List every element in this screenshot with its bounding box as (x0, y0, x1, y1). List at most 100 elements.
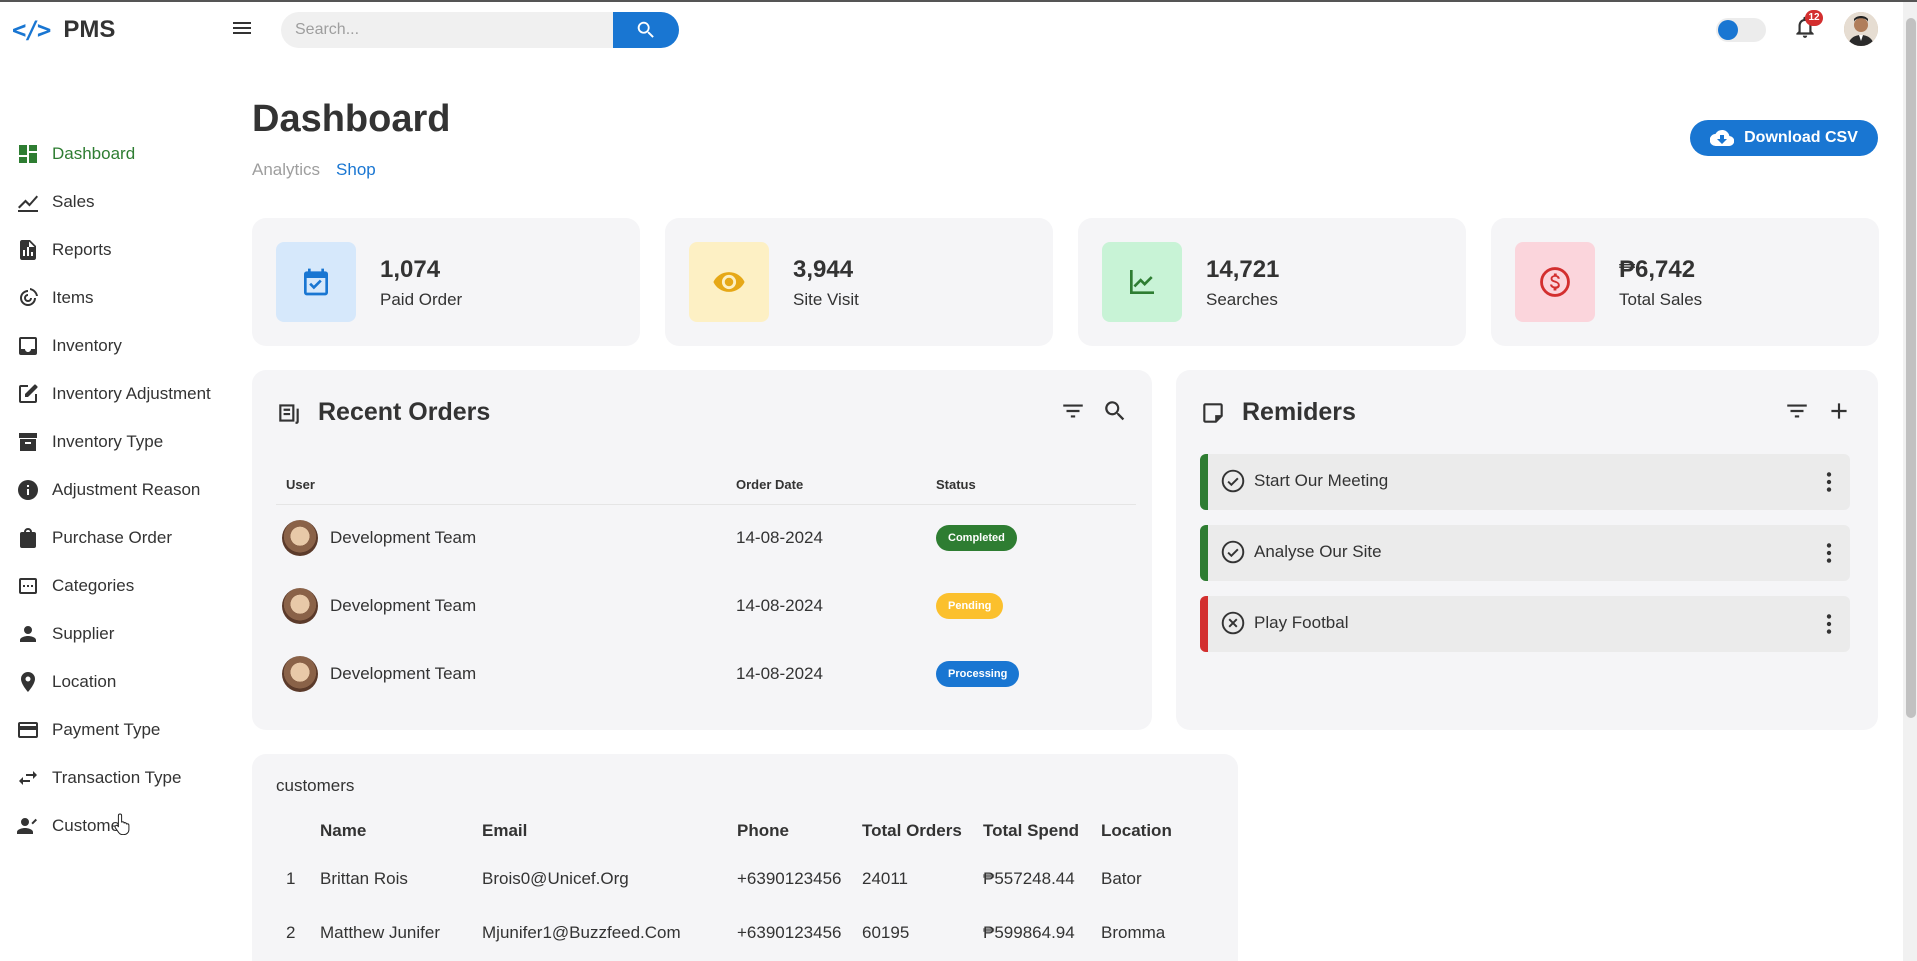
order-user: Development Team (330, 664, 477, 683)
reminder-item[interactable]: Play Footbal (1200, 596, 1850, 652)
sidebar-item-inventory-type[interactable]: Inventory Type (16, 418, 211, 466)
table-row[interactable]: 2 Matthew Junifer Mjunifer1@Buzzfeed.Com… (276, 906, 1192, 960)
table-row[interactable]: 1 Brittan Rois Brois0@Unicef.Org +639012… (276, 852, 1192, 906)
customer-index: 1 (286, 869, 296, 888)
sidebar-item-label: Adjustment Reason (52, 480, 201, 499)
edit-icon (19, 384, 38, 403)
sidebar-item-sales[interactable]: Sales (16, 178, 211, 226)
person-icon (20, 626, 36, 642)
brand-name: PMS (63, 16, 116, 43)
notification-count-badge: 12 (1805, 10, 1823, 26)
sidebar-item-items[interactable]: Items (16, 274, 211, 322)
stat-card-site-visit: 3,944 Site Visit (665, 218, 1053, 346)
cancel-circle-icon[interactable] (1220, 610, 1246, 636)
column-header-name: Name (320, 821, 367, 840)
search-bar (281, 12, 679, 48)
check-circle-icon[interactable] (1220, 539, 1246, 565)
sidebar-item-transaction-type[interactable]: Transaction Type (16, 754, 211, 802)
stat-value: 14,721 (1206, 256, 1280, 283)
main-content: Dashboard Analytics Shop Download CSV 1,… (228, 58, 1903, 961)
brand[interactable]: </> PMS (12, 16, 115, 44)
sidebar-item-inventory[interactable]: Inventory (16, 322, 211, 370)
table-row[interactable]: Development Team 14-08-2024 Pending (276, 572, 1136, 640)
more-vert-icon[interactable] (1816, 540, 1842, 566)
stat-card-searches: 14,721 Searches (1078, 218, 1466, 346)
trend-icon (1130, 270, 1154, 294)
search-icon (637, 21, 654, 38)
eye-icon (713, 272, 745, 292)
search-icon[interactable] (1102, 398, 1128, 424)
column-header-index (276, 810, 320, 852)
chart-line-icon (18, 195, 38, 212)
sidebar-item-label: Location (52, 672, 117, 691)
order-date: 14-08-2024 (736, 664, 823, 683)
recent-orders-panel: Recent Orders User Order Date Status Dev… (252, 370, 1152, 730)
avatar (282, 520, 318, 557)
status-badge: Pending (936, 593, 1004, 619)
table-row[interactable]: Development Team 14-08-2024 Completed (276, 504, 1136, 572)
sidebar-item-supplier[interactable]: Supplier (16, 610, 211, 658)
reminder-item[interactable]: Start Our Meeting (1200, 454, 1850, 510)
customer-name: Brittan Rois (320, 869, 408, 888)
sidebar-item-dashboard[interactable]: Dashboard (16, 130, 211, 178)
column-header-total-orders: Total Orders (862, 821, 962, 840)
sidebar-nav: Dashboard Sales Reports Items Inventory … (16, 130, 211, 850)
column-header-status: Status (936, 466, 1136, 505)
download-csv-button[interactable]: Download CSV (1690, 120, 1878, 156)
sidebar-item-label: Items (52, 288, 94, 307)
customer-total-spend: ₱557248.44 (983, 869, 1075, 888)
more-vert-icon[interactable] (1816, 611, 1842, 637)
user-avatar[interactable] (1844, 12, 1878, 46)
mouse-cursor-icon (114, 813, 130, 835)
sidebar-item-purchase-order[interactable]: Purchase Order (16, 514, 211, 562)
customer-phone: +6390123456 (737, 869, 842, 888)
sidebar-item-adjustment-reason[interactable]: Adjustment Reason (16, 466, 211, 514)
user-photo-icon (1844, 12, 1878, 46)
theme-toggle[interactable] (1716, 18, 1766, 42)
reminder-item[interactable]: Analyse Our Site (1200, 525, 1850, 581)
column-header-phone: Phone (737, 821, 789, 840)
customer-phone: +6390123456 (737, 923, 842, 942)
customer-email: Mjunifer1@Buzzfeed.Com (482, 923, 681, 942)
reminder-text: Start Our Meeting (1254, 471, 1389, 490)
sidebar-item-categories[interactable]: Categories (16, 562, 211, 610)
order-date: 14-08-2024 (736, 596, 823, 615)
recent-orders-title: Recent Orders (318, 398, 491, 426)
sidebar-item-reports[interactable]: Reports (16, 226, 211, 274)
reminder-text: Play Footbal (1254, 613, 1349, 632)
column-header-user: User (276, 466, 736, 505)
sidebar-item-payment-type[interactable]: Payment Type (16, 706, 211, 754)
sidebar-item-label: Transaction Type (52, 768, 182, 787)
customers-title: customers (276, 776, 355, 795)
add-icon[interactable] (1826, 398, 1852, 424)
table-row[interactable]: Development Team 14-08-2024 Processing (276, 640, 1136, 708)
customer-total-orders: 24011 (862, 869, 909, 888)
sidebar-item-inventory-adjustment[interactable]: Inventory Adjustment (16, 370, 211, 418)
archive-icon (19, 433, 37, 451)
window-top-border (0, 0, 1917, 2)
sidebar-item-location[interactable]: Location (16, 658, 211, 706)
sidebar-item-label: Dashboard (52, 144, 136, 163)
avatar (282, 588, 318, 624)
menu-icon[interactable] (230, 16, 254, 40)
page-scrollbar[interactable] (1903, 2, 1917, 961)
customer-location: Bator (1101, 869, 1142, 888)
location-pin-icon (21, 672, 35, 692)
shopping-bag-icon (20, 528, 36, 548)
check-circle-icon[interactable] (1220, 468, 1246, 494)
search-input[interactable] (281, 12, 613, 48)
more-vert-icon[interactable] (1816, 469, 1842, 495)
scrollbar-thumb[interactable] (1906, 18, 1916, 718)
search-button[interactable] (613, 12, 679, 48)
customer-total-spend: ₱599864.94 (983, 923, 1075, 942)
tab-shop[interactable]: Shop (336, 160, 376, 180)
table-header-row: Name Email Phone Total Orders Total Spen… (276, 810, 1192, 852)
order-user: Development Team (330, 596, 477, 615)
categories-icon (19, 578, 37, 594)
filter-icon[interactable] (1060, 398, 1086, 424)
tab-analytics[interactable]: Analytics (252, 160, 320, 180)
stat-icon-box (276, 242, 356, 322)
reminder-status-bar (1200, 525, 1208, 581)
filter-icon[interactable] (1784, 398, 1810, 424)
dollar-circle-icon (1540, 267, 1570, 297)
